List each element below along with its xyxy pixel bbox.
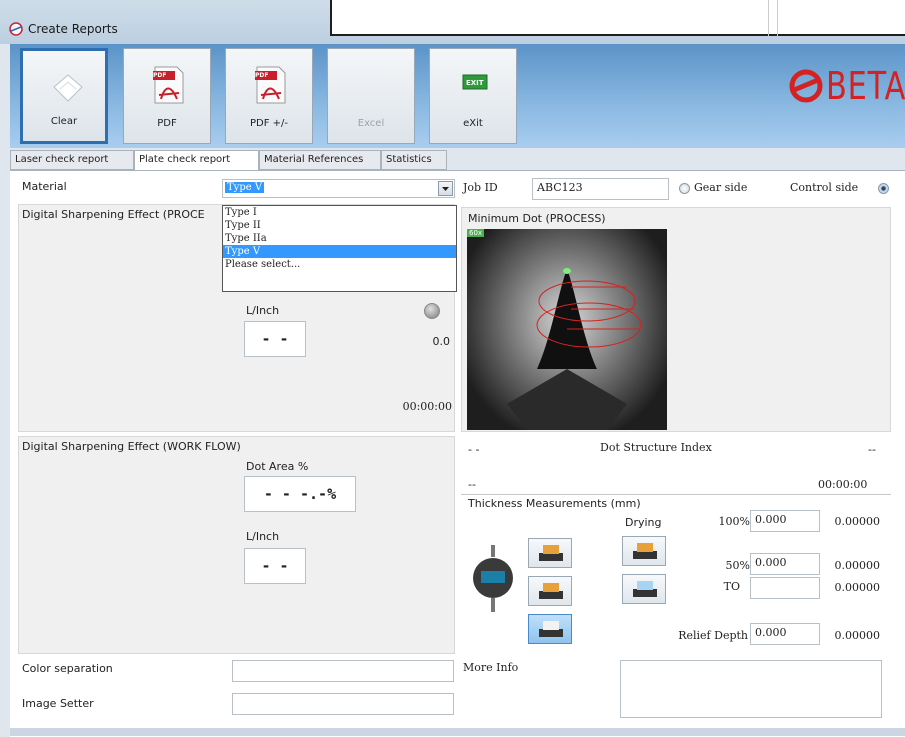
min-dot-right-value: -- — [868, 443, 876, 456]
pdf-button[interactable]: PDF PDF — [123, 48, 211, 144]
dse-workflow-linch-label: L/Inch — [246, 530, 280, 543]
to-input[interactable] — [750, 577, 820, 599]
exit-button-label: eXit — [463, 118, 483, 129]
material-selected-value: Type V — [225, 182, 265, 193]
more-info-label: More Info — [463, 661, 519, 674]
overlay-divider — [777, 0, 778, 36]
tab-plate-check-report[interactable]: Plate check report — [134, 150, 259, 171]
material-option[interactable]: Type I — [223, 206, 456, 219]
window-title: Create Reports — [28, 22, 118, 36]
relief-depth-label: Relief Depth — [678, 629, 748, 642]
tab-laser-check-report[interactable]: Laser check report — [10, 150, 134, 170]
relief-depth-result: 0.00000 — [834, 629, 881, 642]
more-info-textarea[interactable] — [620, 660, 882, 718]
tab-material-references[interactable]: Material References — [259, 150, 381, 170]
drying-label: Drying — [625, 516, 662, 529]
dse-process-value: 0.0 — [432, 335, 451, 348]
dot-area-display: - - -.-% — [244, 476, 356, 512]
app-icon — [9, 22, 23, 36]
exit-badge: EXIT — [466, 79, 484, 87]
material-dropdown-list[interactable]: Type I Type II Type IIa Type V Please se… — [222, 205, 457, 292]
exit-button[interactable]: EXIT eXit — [429, 48, 517, 144]
status-led-icon — [424, 303, 440, 319]
p50-result: 0.00000 — [834, 559, 881, 572]
excel-button-label: Excel — [357, 118, 385, 129]
pdf-plus-minus-icon — [255, 66, 286, 104]
material-label: Material — [22, 180, 67, 193]
dse-process-linch-display: - - — [244, 321, 306, 357]
p50-input[interactable]: 0.000 — [750, 553, 820, 575]
p100-input[interactable]: 0.000 — [750, 510, 820, 532]
dse-process-time: 00:00:00 — [402, 400, 452, 413]
pdf-icon — [153, 66, 184, 104]
min-dot-bottom-left: -- — [468, 478, 476, 491]
pdf-badge: PDF — [153, 72, 167, 79]
tab-statistics[interactable]: Statistics — [381, 150, 447, 170]
dot-structure-index-label: Dot Structure Index — [600, 441, 712, 454]
overlapping-window — [330, 0, 905, 36]
overlay-divider — [768, 0, 769, 36]
control-side-label: Control side — [790, 181, 859, 194]
measure-relief-button[interactable] — [528, 614, 572, 644]
thickness-title: Thickness Measurements (mm) — [468, 497, 641, 510]
measure-plate-button[interactable] — [528, 576, 572, 606]
dot-area-label: Dot Area % — [246, 460, 309, 473]
min-dot-time: 00:00:00 — [818, 478, 868, 491]
to-result: 0.00000 — [834, 581, 881, 594]
chevron-down-icon — [442, 187, 449, 191]
toolbar: Clear PDF PDF PDF PDF +/- Excel EXIT eXi… — [10, 44, 905, 148]
dse-process-linch-label: L/Inch — [246, 304, 280, 317]
dropdown-arrow-button[interactable] — [438, 181, 453, 196]
job-id-input[interactable]: ABC123 — [532, 178, 669, 200]
control-side-radio[interactable] — [878, 183, 889, 194]
measure-drying-button[interactable] — [622, 536, 666, 566]
pdf-button-label: PDF — [157, 118, 177, 129]
job-id-label: Job ID — [463, 181, 498, 194]
to-label: TO — [723, 580, 740, 593]
minimum-dot-title: Minimum Dot (PROCESS) — [468, 212, 606, 225]
image-setter-input[interactable] — [232, 693, 454, 715]
color-separation-label: Color separation — [22, 662, 113, 675]
measure-plate-button[interactable] — [528, 538, 572, 568]
p100-result: 0.00000 — [834, 515, 881, 528]
material-option[interactable]: Type IIa — [223, 232, 456, 245]
image-setter-label: Image Setter — [22, 697, 94, 710]
window-bottom-border — [10, 728, 905, 736]
dot-image-graphic — [507, 268, 642, 430]
pdf-badge: PDF — [255, 72, 269, 79]
beta-logo-mark — [789, 69, 823, 103]
gear-side-radio[interactable] — [679, 183, 690, 194]
relief-depth-input[interactable]: 0.000 — [750, 623, 820, 645]
p100-label: 100% — [718, 515, 750, 528]
min-dot-left-value: - - — [468, 443, 480, 456]
excel-button[interactable]: Excel — [327, 48, 415, 144]
material-option[interactable]: Type II — [223, 219, 456, 232]
dial-gauge-icon — [473, 545, 513, 612]
beta-logo: BETA — [788, 60, 905, 110]
magnification-badge: 60x — [467, 229, 485, 237]
pdf-plus-minus-label: PDF +/- — [249, 118, 289, 129]
dse-workflow-linch-display: - - — [244, 548, 306, 584]
gear-side-label: Gear side — [694, 181, 748, 194]
material-select[interactable]: Type V — [222, 179, 455, 198]
pdf-plus-minus-button[interactable]: PDF PDF +/- — [225, 48, 313, 144]
clear-button[interactable]: Clear — [20, 48, 108, 144]
dse-workflow-panel — [18, 436, 455, 654]
eraser-icon — [53, 74, 83, 102]
beta-logo-text: BETA — [826, 64, 905, 108]
material-option-selected[interactable]: Type V — [223, 245, 456, 258]
material-option[interactable]: Please select... — [223, 258, 456, 271]
dse-workflow-title: Digital Sharpening Effect (WORK FLOW) — [22, 440, 241, 453]
dot-microscope-image: 60x — [467, 229, 667, 430]
measure-drying-button[interactable] — [622, 574, 666, 604]
color-separation-input[interactable] — [232, 660, 454, 682]
dse-process-title: Digital Sharpening Effect (PROCE — [22, 208, 205, 221]
clear-button-label: Clear — [50, 116, 78, 127]
p50-label: 50% — [725, 559, 750, 572]
